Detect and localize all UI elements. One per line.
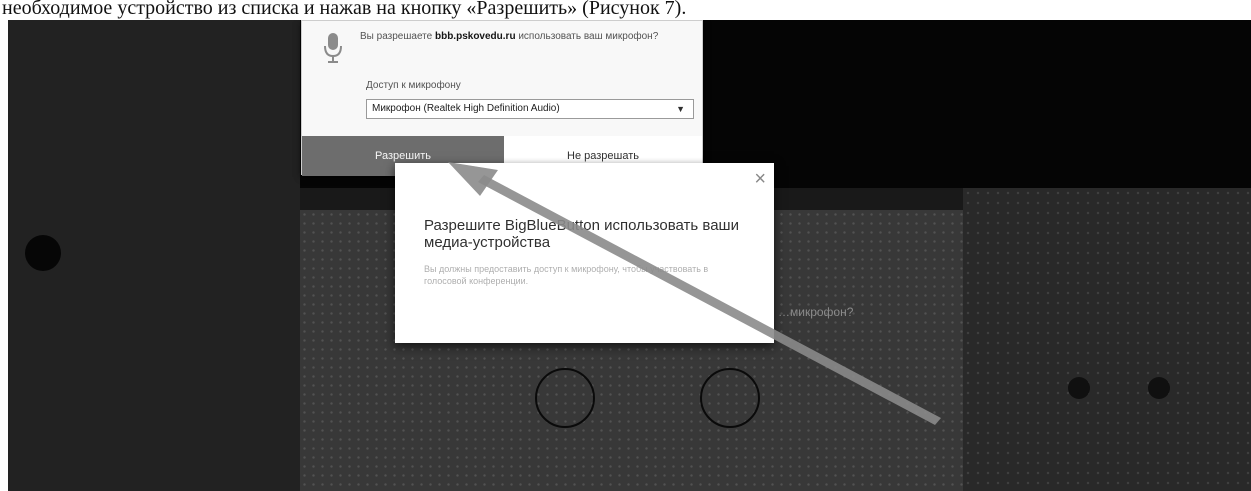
right-panel [963,188,1251,491]
site-domain: bbb.pskovedu.ru [434,31,516,42]
dialog-title: Разрешите BigBlueButton использовать ваш… [424,217,739,251]
avatar [25,235,61,271]
microphone-option-icon[interactable] [535,368,595,428]
access-label: Доступ к микрофону [366,80,461,91]
question-suffix: использовать ваш микрофон? [518,31,659,42]
microphone-icon [324,33,342,63]
dot-icon [1148,377,1170,399]
dot-icon [1068,377,1090,399]
close-icon[interactable]: × [754,169,766,189]
app-screenshot: …микрофон? Вы разрешаете bbb.pskovedu.ru… [8,20,1251,491]
document-caption: необходимое устройство из списка и нажав… [2,0,687,19]
browser-permission-popup: Вы разрешаете bbb.pskovedu.ru использова… [301,20,703,176]
dialog-description: Вы должны предоставить доступ к микрофон… [424,264,709,286]
permission-question: Вы разрешаете bbb.pskovedu.ru использова… [360,29,690,44]
background-question-text: …микрофон? [778,305,854,319]
chevron-down-icon: ▼ [676,104,685,114]
listen-only-option-icon[interactable] [700,368,760,428]
bbb-permission-dialog: × Разрешите BigBlueButton использовать в… [395,163,774,343]
microphone-device-select[interactable]: Микрофон (Realtek High Definition Audio)… [366,99,694,119]
selected-device: Микрофон (Realtek High Definition Audio) [372,103,560,114]
question-prefix: Вы разрешаете [360,31,433,42]
